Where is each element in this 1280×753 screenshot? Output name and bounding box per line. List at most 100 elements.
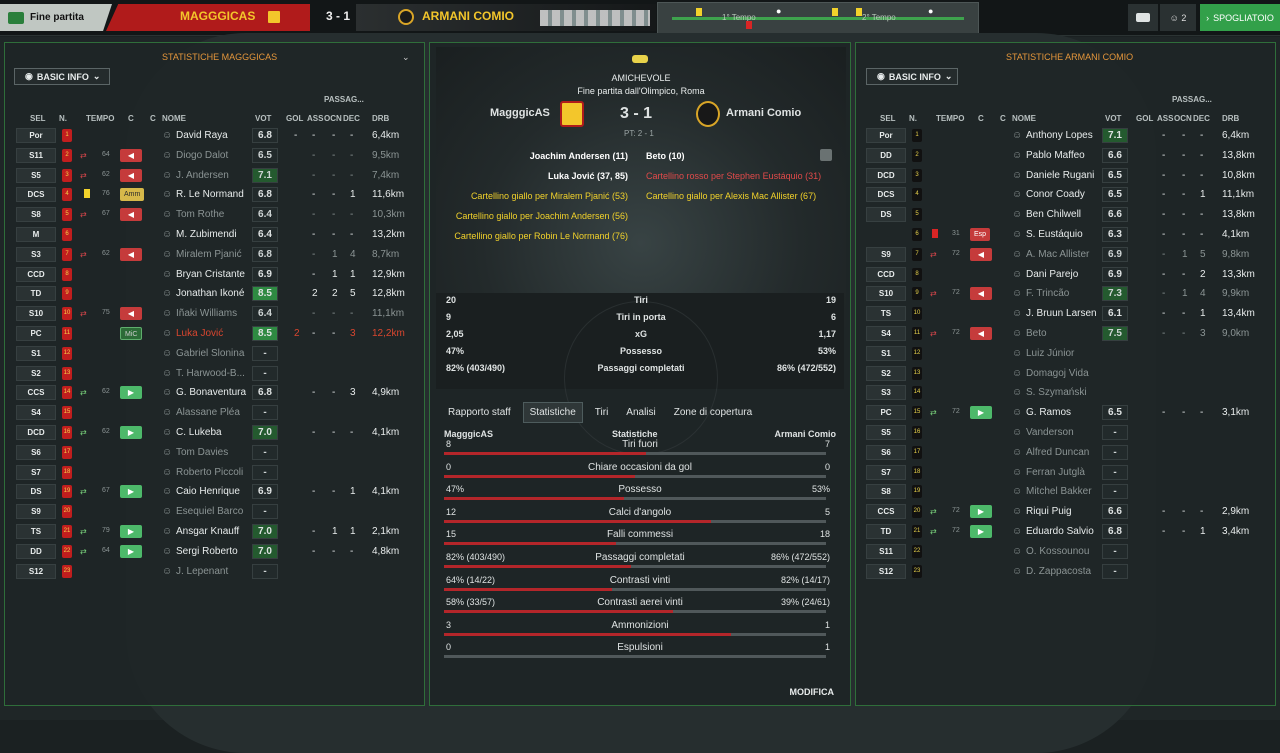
player-name[interactable]: Roberto Piccoli (176, 467, 243, 478)
position-badge[interactable]: Por (866, 128, 906, 143)
player-row[interactable]: S10 10 ⇄ 75 ◀ ☺ Iñaki Williams 6.4 - - - 11,1km (16, 304, 421, 324)
sub-off-badge[interactable]: ◀ (120, 307, 142, 321)
position-badge[interactable]: S12 (866, 563, 906, 579)
player-name[interactable]: D. Zappacosta (1026, 566, 1091, 577)
player-name[interactable]: J. Andersen (176, 170, 229, 181)
fine-partita-button[interactable]: Fine partita (0, 4, 112, 31)
player-name[interactable]: Luka Jović (176, 328, 223, 339)
player-row[interactable]: CCD 8 ☺ Bryan Cristante 6.9 - 1 1 12,9km (16, 265, 421, 285)
player-name[interactable]: Tom Rothe (176, 209, 224, 220)
close-events-button[interactable] (820, 149, 832, 161)
player-row[interactable]: S12 23 ☺ D. Zappacosta - (866, 562, 1271, 582)
player-name[interactable]: Sergi Roberto (176, 546, 238, 557)
position-badge[interactable]: S5 (16, 167, 56, 183)
player-name[interactable]: Daniele Rugani (1026, 170, 1094, 181)
player-row[interactable]: S9 7 ⇄ 72 ◀ ☺ A. Mac Allister 6.9 - 1 5 9,8km (866, 245, 1271, 265)
player-name[interactable]: Ben Chilwell (1026, 209, 1081, 220)
player-name[interactable]: O. Kossounou (1026, 546, 1089, 557)
player-name[interactable]: R. Le Normand (176, 189, 244, 200)
player-name[interactable]: Iñaki Williams (176, 308, 237, 319)
player-row[interactable]: S11 2 ⇄ 64 ◀ ☺ Diogo Dalot 6.5 - - - 9,5km (16, 146, 421, 166)
match-timeline[interactable]: 1° Tempo 2° Tempo ● ● (657, 2, 979, 34)
player-name[interactable]: Caio Henrique (176, 486, 240, 497)
position-badge[interactable]: CCS (16, 385, 56, 401)
player-name[interactable]: Gabriel Slonina (176, 348, 244, 359)
position-badge[interactable]: S1 (16, 345, 56, 361)
position-badge[interactable]: S6 (866, 444, 906, 460)
tab-rapporto-staff[interactable]: Rapporto staff (442, 403, 517, 422)
player-row[interactable]: S4 15 ☺ Alassane Pléa - (16, 403, 421, 423)
position-badge[interactable]: S11 (16, 147, 56, 163)
player-name[interactable]: F. Trincão (1026, 288, 1069, 299)
position-badge[interactable]: S3 (16, 246, 56, 262)
player-row[interactable]: DCS 4 76 Amm ☺ R. Le Normand 6.8 - - 1 11,6km (16, 185, 421, 205)
player-row[interactable]: S10 9 ⇄ 72 ◀ ☺ F. Trincão 7.3 - 1 4 9,9km (866, 284, 1271, 304)
player-name[interactable]: G. Bonaventura (176, 387, 246, 398)
player-row[interactable]: S9 20 ☺ Esequiel Barco - (16, 502, 421, 522)
sub-on-badge[interactable]: ▶ (970, 505, 992, 519)
player-row[interactable]: S7 18 ☺ Roberto Piccoli - (16, 463, 421, 483)
position-badge[interactable]: DS (16, 484, 56, 500)
player-row[interactable]: S12 23 ☺ J. Lepenant - (16, 562, 421, 582)
position-badge[interactable]: S6 (16, 444, 56, 460)
player-row[interactable]: CCS 20 ⇄ 72 ▶ ☺ Riqui Puig 6.6 - - - 2,9km (866, 502, 1271, 522)
position-badge[interactable]: TS (16, 524, 56, 539)
player-row[interactable]: TS 21 ⇄ 79 ▶ ☺ Ansgar Knauff 7.0 - 1 1 2,1km (16, 522, 421, 542)
player-row[interactable]: S3 14 ☺ S. Szymański (866, 383, 1271, 403)
staff-count-button[interactable]: ☺ 2 (1160, 4, 1196, 31)
player-row[interactable]: S6 17 ☺ Alfred Duncan - (866, 443, 1271, 463)
player-name[interactable]: S. Szymański (1026, 387, 1087, 398)
player-name[interactable]: Eduardo Salvio (1026, 526, 1094, 537)
away-basic-info-dropdown[interactable]: ◉ BASIC INFO ⌄ (866, 68, 958, 85)
position-badge[interactable]: PC (16, 326, 56, 341)
player-name[interactable]: C. Lukeba (176, 427, 222, 438)
player-row[interactable]: S1 12 ☺ Luiz Júnior (866, 344, 1271, 364)
position-badge[interactable]: DCS (16, 187, 56, 203)
player-row[interactable]: S8 5 ⇄ 67 ◀ ☺ Tom Rothe 6.4 - - - 10,3km (16, 205, 421, 225)
sub-off-badge[interactable]: ◀ (970, 327, 992, 340)
player-name[interactable]: Alassane Pléa (176, 407, 240, 418)
sub-off-badge[interactable]: ◀ (120, 168, 142, 182)
player-row[interactable]: S11 22 ☺ O. Kossounou - (866, 542, 1271, 562)
position-badge[interactable]: DD (16, 543, 56, 559)
player-row[interactable]: S8 19 ☺ Mitchel Bakker - (866, 482, 1271, 502)
player-row[interactable]: DD 22 ⇄ 64 ▶ ☺ Sergi Roberto 7.0 - - - 4,8km (16, 542, 421, 562)
player-row[interactable]: M 6 ☺ M. Zubimendi 6.4 - - - 13,2km (16, 225, 421, 245)
player-row[interactable]: TD 9 ☺ Jonathan Ikoné 8.5 2 2 5 12,8km (16, 284, 421, 304)
sub-off-badge[interactable]: ◀ (970, 247, 992, 261)
tab-analisi[interactable]: Analisi (620, 403, 661, 422)
player-row[interactable]: PC 11 MiC ☺ Luka Jović 8.5 2 - - 3 12,2km (16, 324, 421, 344)
player-name[interactable]: M. Zubimendi (176, 229, 237, 240)
position-badge[interactable]: DD (866, 147, 906, 163)
position-badge[interactable]: Por (16, 128, 56, 143)
player-name[interactable]: Domagoj Vida (1026, 368, 1089, 379)
player-row[interactable]: 6 31 Esp ☺ S. Eustáquio 6.3 - - - 4,1km (866, 225, 1271, 245)
player-name[interactable]: G. Ramos (1026, 407, 1071, 418)
position-badge[interactable]: S1 (866, 345, 906, 361)
sub-off-badge[interactable]: ◀ (970, 287, 992, 301)
player-name[interactable]: Alfred Duncan (1026, 447, 1089, 458)
modifica-button[interactable]: MODIFICA (790, 687, 835, 697)
sub-on-badge[interactable]: ▶ (120, 525, 142, 538)
player-name[interactable]: Diogo Dalot (176, 150, 228, 161)
position-badge[interactable]: CCD (16, 266, 56, 282)
position-badge[interactable]: CCD (866, 266, 906, 282)
sub-on-badge[interactable]: ▶ (120, 426, 142, 439)
position-badge[interactable]: S4 (866, 326, 906, 341)
position-badge[interactable]: PC (866, 405, 906, 421)
position-badge[interactable]: M (16, 227, 56, 242)
position-badge[interactable]: TS (866, 306, 906, 322)
player-row[interactable]: S1 12 ☺ Gabriel Slonina - (16, 344, 421, 364)
player-row[interactable]: DS 5 ☺ Ben Chilwell 6.6 - - - 13,8km (866, 205, 1271, 225)
transport-icon-button[interactable] (1128, 4, 1158, 31)
player-row[interactable]: TD 21 ⇄ 72 ▶ ☺ Eduardo Salvio 6.8 - - 1 3,4km (866, 522, 1271, 542)
player-row[interactable]: DD 2 ☺ Pablo Maffeo 6.6 - - - 13,8km (866, 146, 1271, 166)
player-row[interactable]: CCD 8 ☺ Dani Parejo 6.9 - - 2 13,3km (866, 265, 1271, 285)
player-name[interactable]: Jonathan Ikoné (176, 288, 244, 299)
position-badge[interactable]: S10 (866, 286, 906, 302)
position-badge[interactable]: S9 (866, 246, 906, 262)
player-row[interactable]: DCD 3 ☺ Daniele Rugani 6.5 - - - 10,8km (866, 166, 1271, 186)
player-name[interactable]: Ansgar Knauff (176, 526, 239, 537)
sub-on-badge[interactable]: ▶ (970, 525, 992, 538)
player-row[interactable]: Por 1 ☺ David Raya 6.8 - - - - 6,4km (16, 126, 421, 146)
